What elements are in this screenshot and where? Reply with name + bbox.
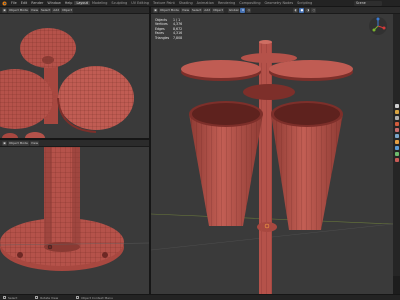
mouse-middle-icon (35, 296, 39, 299)
tab-rendering[interactable]: Rendering (216, 1, 237, 5)
view-layer-tab-icon[interactable] (394, 122, 399, 126)
top-bar: File Edit Render Window Help Layout Mode… (0, 0, 400, 7)
status-bar: Select Rotate View Object Context Menu (0, 294, 400, 300)
viewport-header-main: ▣ Object Mode View Select Add Object Glo… (151, 7, 400, 14)
object-tab-icon[interactable] (394, 140, 399, 144)
viewport-statistics: Objects 1 / 1 Vertices 4,376 Edges 8,672 Fa… (155, 18, 183, 40)
tab-geometry-nodes[interactable]: Geometry Nodes (263, 1, 296, 5)
tab-sculpting[interactable]: Sculpting (109, 1, 129, 5)
editor-type-icon[interactable]: ▣ (153, 7, 158, 13)
mesh-base-hub (257, 222, 277, 232)
menu-render[interactable]: Render (29, 1, 45, 5)
tab-scripting[interactable]: Scripting (295, 1, 314, 5)
render-tab-icon[interactable] (394, 110, 399, 114)
world-tab-icon[interactable] (394, 134, 399, 138)
editor-type-icon[interactable]: ▣ (2, 140, 7, 146)
status-rotate-view: Rotate View (40, 295, 59, 300)
material-tab-icon[interactable] (394, 158, 399, 162)
viewport-main[interactable] (151, 14, 393, 294)
mesh-cup-back (243, 84, 295, 100)
editor-type-icon[interactable]: ▣ (2, 7, 7, 13)
menu-edit[interactable]: Edit (19, 1, 30, 5)
view-gizmo-icon[interactable] (368, 16, 388, 36)
status-select: Select (8, 295, 18, 300)
scene-tab-icon[interactable] (394, 128, 399, 132)
add-menu[interactable]: Add (203, 7, 212, 13)
properties-tab-strip (393, 14, 400, 276)
data-tab-icon[interactable] (394, 152, 399, 156)
menu-help[interactable]: Help (63, 1, 75, 5)
overlay-toggle[interactable]: ◐ (293, 7, 299, 13)
view-menu[interactable]: View (29, 140, 40, 146)
rendered-shading-button[interactable]: ○ (311, 7, 317, 13)
mouse-left-icon (3, 296, 6, 299)
tab-uv-editing[interactable]: UV Editing (129, 1, 151, 5)
proportional-edit[interactable]: ◎ (246, 7, 252, 13)
mode-dropdown[interactable]: Object Mode (8, 140, 29, 146)
snap-toggle[interactable]: ⊙ (240, 7, 246, 13)
select-menu[interactable]: Select (40, 7, 52, 13)
tab-compositing[interactable]: Compositing (237, 1, 262, 5)
mode-dropdown[interactable]: Object Mode (159, 7, 180, 13)
viewport-top-left[interactable] (0, 14, 149, 138)
transform-orientation[interactable]: Global (227, 7, 240, 13)
tab-animation[interactable]: Animation (195, 1, 216, 5)
mode-dropdown[interactable]: Object Mode (8, 7, 29, 13)
tab-modeling[interactable]: Modeling (90, 1, 109, 5)
material-shading-button[interactable]: ◑ (305, 7, 311, 13)
object-menu[interactable]: Object (61, 7, 73, 13)
tool-tab-icon[interactable] (394, 104, 399, 108)
tab-shading[interactable]: Shading (177, 1, 195, 5)
viewport-header-bottom-left: ▣ Object Mode View (0, 140, 149, 147)
object-menu[interactable]: Object (212, 7, 224, 13)
view-menu[interactable]: View (29, 7, 40, 13)
mesh-disc-back (241, 53, 297, 63)
view-menu[interactable]: View (180, 7, 191, 13)
solid-shading-button[interactable]: ● (299, 7, 305, 13)
tab-texture-paint[interactable]: Texture Paint (151, 1, 177, 5)
mouse-right-icon (76, 296, 80, 299)
add-menu[interactable]: Add (52, 7, 61, 13)
bolt-hole (102, 252, 108, 258)
select-menu[interactable]: Select (191, 7, 203, 13)
viewport-header-top-left: ▣ Object Mode View Select Add Object (0, 7, 149, 14)
status-context-menu: Object Context Menu (81, 295, 113, 300)
blender-logo-icon[interactable] (2, 1, 7, 6)
viewport-bottom-left[interactable] (0, 147, 149, 294)
scene-selector[interactable]: Scene (354, 1, 382, 6)
menu-window[interactable]: Window (45, 1, 62, 5)
modifier-tab-icon[interactable] (394, 146, 399, 150)
output-tab-icon[interactable] (394, 116, 399, 120)
bolt-hole (17, 252, 23, 258)
menu-file[interactable]: File (9, 1, 19, 5)
tab-layout[interactable]: Layout (74, 1, 90, 5)
